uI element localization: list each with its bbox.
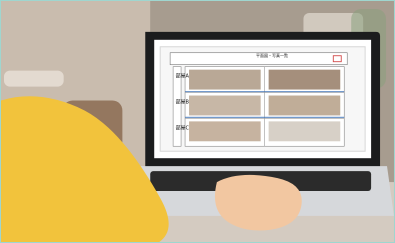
- thumbnail-2: [268, 69, 341, 90]
- document-title: 平面図・写真一覧: [256, 53, 288, 58]
- section-label-1: 部屋A: [176, 73, 190, 80]
- blurred-shelf: [3, 70, 64, 87]
- thumbnail-5: [189, 121, 261, 142]
- section-label-2: 部屋B: [176, 98, 190, 105]
- section-label-3: 部屋C: [176, 124, 190, 131]
- photo-frame: 部屋A 部屋B 部屋C 平面図・写真一覧: [0, 0, 395, 243]
- thumbnail-4: [268, 95, 341, 116]
- thumbnail-3: [189, 95, 261, 116]
- thumbnail-1: [189, 69, 261, 90]
- photo-scene: 部屋A 部屋B 部屋C: [1, 1, 394, 242]
- thumbnail-6: [268, 121, 341, 142]
